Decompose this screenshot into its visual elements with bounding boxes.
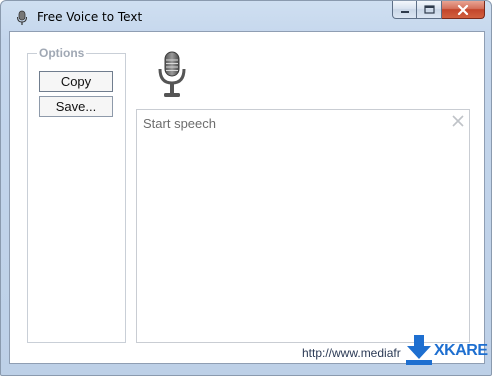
minimize-icon bbox=[400, 10, 409, 13]
app-microphone-icon[interactable] bbox=[14, 10, 30, 26]
minimize-button[interactable] bbox=[392, 1, 417, 19]
client-area: Options Copy Save... Start speech bbox=[9, 31, 485, 364]
save-button[interactable]: Save... bbox=[39, 96, 113, 117]
options-legend: Options bbox=[37, 46, 87, 60]
maximize-button[interactable] bbox=[417, 1, 442, 19]
speech-textbox[interactable]: Start speech bbox=[136, 109, 470, 343]
window-title: Free Voice to Text bbox=[37, 10, 143, 24]
caption-buttons bbox=[392, 1, 485, 21]
website-link[interactable]: http://www.mediafr bbox=[302, 346, 401, 360]
watermark-text: XKARE bbox=[434, 342, 488, 359]
close-icon bbox=[457, 4, 469, 15]
clear-x-icon[interactable] bbox=[452, 115, 464, 127]
close-button[interactable] bbox=[442, 1, 485, 19]
microphone-icon[interactable] bbox=[156, 51, 188, 99]
maximize-icon bbox=[423, 5, 435, 14]
speech-placeholder: Start speech bbox=[143, 116, 216, 131]
title-bar[interactable]: Free Voice to Text bbox=[1, 1, 491, 31]
options-groupbox: Options Copy Save... bbox=[27, 46, 126, 343]
app-window: Free Voice to Text Options Copy Save... … bbox=[0, 0, 492, 376]
copy-button[interactable]: Copy bbox=[39, 71, 113, 92]
